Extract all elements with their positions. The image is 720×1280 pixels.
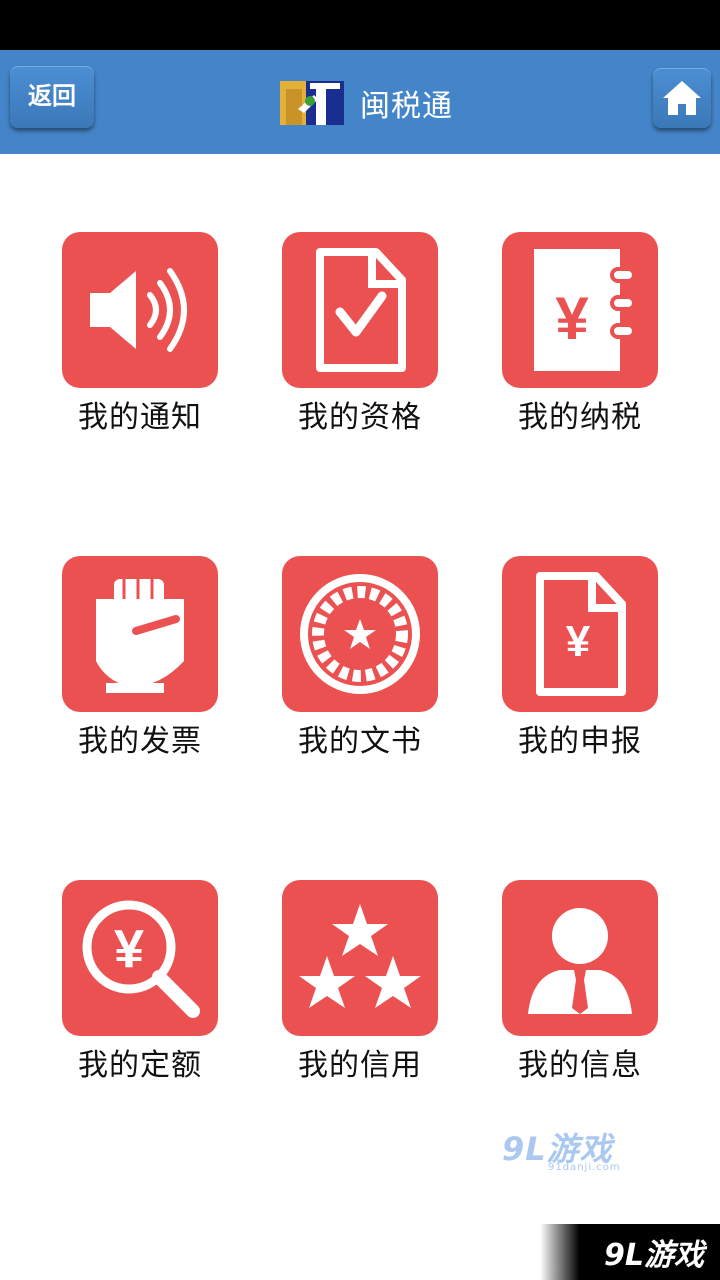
page-title: 闽税通 (360, 89, 453, 124)
watermark-logo: 9L游戏 91danji.com (502, 1130, 621, 1173)
menu-item-label: 我的文书 (298, 724, 422, 759)
menu-item-label: 我的纳税 (518, 400, 642, 435)
status-bar (0, 0, 720, 50)
yuan-notebook-icon: ¥ (502, 232, 658, 388)
user-icon (502, 880, 658, 1036)
menu-item-quota[interactable]: ¥ 我的定额 (50, 880, 230, 1090)
menu-item-credit[interactable]: 我的信用 (270, 880, 450, 1090)
yuan-search-icon: ¥ (62, 880, 218, 1036)
menu-item-info[interactable]: 我的信息 (490, 880, 670, 1090)
home-button[interactable] (653, 68, 711, 128)
menu-item-documents[interactable]: 我的文书 (270, 556, 450, 766)
menu-item-label: 我的申报 (518, 724, 642, 759)
svg-text:¥: ¥ (555, 285, 589, 352)
nav-bar: 返回 闽税通 (0, 50, 720, 154)
back-button[interactable]: 返回 (10, 66, 94, 128)
title-group: 闽税通 (280, 78, 453, 128)
hand-invoice-icon (62, 556, 218, 712)
seal-icon (282, 556, 438, 712)
menu-item-qualification[interactable]: 我的资格 (270, 232, 450, 442)
menu-item-notice[interactable]: 我的通知 (50, 232, 230, 442)
menu-item-label: 我的资格 (298, 400, 422, 435)
menu-item-tax[interactable]: ¥ 我的纳税 (490, 232, 670, 442)
yuan-document-icon: ¥ (502, 556, 658, 712)
menu-item-declaration[interactable]: ¥ 我的申报 (490, 556, 670, 766)
speaker-icon (62, 232, 218, 388)
stars-icon (282, 880, 438, 1036)
menu-item-label: 我的信用 (298, 1048, 422, 1083)
menu-item-label: 我的发票 (78, 724, 202, 759)
document-check-icon (282, 232, 438, 388)
corner-watermark: 9L游戏 (540, 1224, 720, 1280)
menu-item-label: 我的通知 (78, 400, 202, 435)
menu-item-invoice[interactable]: 我的发票 (50, 556, 230, 766)
menu-item-label: 我的信息 (518, 1048, 642, 1083)
app-logo-icon (280, 81, 344, 125)
svg-text:¥: ¥ (114, 919, 144, 979)
menu-item-label: 我的定额 (78, 1048, 202, 1083)
svg-text:¥: ¥ (566, 617, 591, 666)
home-icon (663, 81, 701, 115)
